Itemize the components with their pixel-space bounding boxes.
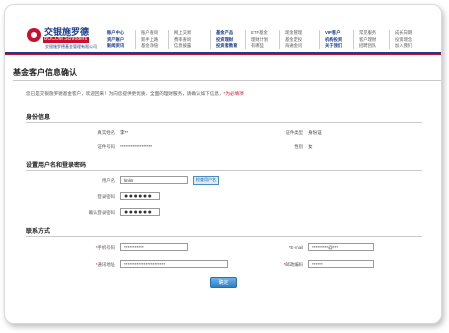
zip-label: *邮政编码 bbox=[283, 262, 303, 267]
email-label: *E-mail bbox=[288, 245, 303, 250]
gender-label: 性别 bbox=[294, 144, 303, 149]
nav-column-3: 网上交易 费率查询 信息披露 bbox=[174, 30, 191, 50]
username-label: 用户名 bbox=[101, 178, 115, 183]
nav-column-7: VIP客户 机构投资 关于我们 bbox=[325, 30, 342, 50]
nav-link[interactable]: 网上交易 bbox=[174, 30, 191, 37]
nav-divider bbox=[389, 30, 390, 49]
section-heading: 设置用户名和登录密码 bbox=[26, 163, 87, 169]
confirm-password-input[interactable]: ●●●●●● bbox=[120, 208, 160, 216]
name-value: 李** bbox=[120, 130, 129, 135]
nav-link[interactable]: 账户查询 bbox=[141, 30, 158, 37]
password-input[interactable]: ●●●●●● bbox=[120, 192, 160, 200]
name-label: 真实姓名 bbox=[97, 130, 115, 135]
idtype-label: 证件类型 bbox=[285, 130, 303, 135]
username-input[interactable]: linlin bbox=[120, 176, 188, 184]
section-divider bbox=[26, 170, 422, 171]
nav-link[interactable]: 常见服务 bbox=[359, 30, 376, 37]
section-divider bbox=[26, 122, 422, 123]
nav-divider bbox=[245, 30, 246, 49]
address-label-text: 通讯地址 bbox=[97, 262, 115, 267]
section-divider bbox=[26, 236, 422, 237]
nav-column-8: 常见服务 客户理财 招聘团队 bbox=[359, 30, 376, 50]
email-input[interactable]: *********@*** bbox=[308, 243, 374, 251]
nav-column-2: 账户查询 新手上路 基金净值 bbox=[141, 30, 158, 50]
address-input[interactable]: *********************** bbox=[120, 260, 228, 268]
nav-link[interactable]: 信息披露 bbox=[174, 43, 191, 50]
nav-link[interactable]: 现金管理 bbox=[285, 30, 302, 37]
nav-link[interactable]: 招聘团队 bbox=[359, 43, 376, 50]
brand-tagline: 交银施罗德基金管理有限公司 bbox=[45, 44, 97, 49]
brand-logo[interactable]: 交银施罗德 BOCOM Schroders 交银施罗德基金管理有限公司 bbox=[27, 25, 97, 49]
nav-link[interactable]: 关于我们 bbox=[325, 43, 342, 50]
nav-link[interactable]: VIP客户 bbox=[325, 30, 342, 37]
intro-text: 您已是交银施罗德基金客户，欢迎回来！为向您提供更优质、全面的理财服务，请确认如下… bbox=[26, 91, 244, 97]
section-heading: 联系方式 bbox=[26, 229, 51, 235]
page-title: 基金客户信息确认 bbox=[13, 68, 77, 77]
confirm-password-label: 确认登录密码 bbox=[88, 210, 115, 215]
gender-value: 女 bbox=[308, 144, 313, 149]
required-note: *为必填项 bbox=[223, 91, 244, 96]
password-label: 登录密码 bbox=[97, 194, 115, 199]
nav-divider bbox=[279, 30, 280, 49]
section-login: 设置用户名和登录密码 bbox=[26, 160, 422, 171]
nav-link[interactable]: 有哪些 bbox=[251, 43, 268, 50]
section-contact: 联系方式 bbox=[26, 226, 422, 237]
nav-column-5: ETF基金 理财计划 有哪些 bbox=[251, 30, 268, 50]
email-label-text: E-mail bbox=[290, 245, 303, 250]
mobile-label-text: 手机号码 bbox=[97, 245, 115, 250]
nav-link[interactable]: 成长日期 bbox=[395, 30, 412, 37]
header-accent-rule bbox=[5, 54, 441, 55]
section-identity: 身份信息 bbox=[26, 112, 422, 123]
nav-column-9: 成长日期 投资理念 加入我们 bbox=[395, 30, 412, 50]
confirm-button[interactable]: 确定 bbox=[210, 277, 237, 288]
nav-link[interactable]: 投资者教育 bbox=[216, 43, 237, 50]
nav-column-6: 现金管理 基金定投 海通金问 bbox=[285, 30, 302, 50]
nav-divider bbox=[135, 30, 136, 49]
nav-link[interactable]: 账户中心 bbox=[107, 30, 124, 37]
section-heading: 身份信息 bbox=[26, 115, 51, 121]
nav-link[interactable]: 海通金问 bbox=[285, 43, 302, 50]
nav-link[interactable]: 新闻资讯 bbox=[107, 43, 124, 50]
brand-name-en: BOCOM Schroders bbox=[44, 36, 88, 42]
mobile-input[interactable]: *********** bbox=[120, 243, 188, 251]
nav-divider bbox=[319, 30, 320, 49]
idno-value: ****************** bbox=[120, 144, 153, 149]
logo-mark-icon bbox=[27, 28, 41, 42]
nav-link[interactable]: 基金净值 bbox=[141, 43, 158, 50]
idtype-value: 身份证 bbox=[308, 130, 322, 135]
zip-label-text: 邮政编码 bbox=[285, 262, 303, 267]
nav-link[interactable]: ETF基金 bbox=[251, 30, 268, 37]
nav-divider bbox=[168, 30, 169, 49]
intro-message: 您已是交银施罗德基金客户，欢迎回来！为向您提供更优质、全面的理财服务，请确认如下… bbox=[26, 91, 224, 96]
site-header: 交银施罗德 BOCOM Schroders 交银施罗德基金管理有限公司 账户中心… bbox=[5, 5, 441, 55]
title-divider bbox=[13, 80, 441, 81]
idno-label: 证件号码 bbox=[97, 144, 115, 149]
nav-divider bbox=[353, 30, 354, 49]
browser-window: 交银施罗德 BOCOM Schroders 交银施罗德基金管理有限公司 账户中心… bbox=[4, 4, 442, 324]
zip-input[interactable]: ****** bbox=[308, 260, 374, 268]
nav-column-4: 基金产品 投资理财 投资者教育 bbox=[216, 30, 237, 50]
address-label: *通讯地址 bbox=[95, 262, 115, 267]
nav-column-1: 账户中心 资产账户 新闻资讯 bbox=[107, 30, 124, 50]
nav-divider bbox=[210, 30, 211, 49]
check-username-button[interactable]: 检查用户名 bbox=[193, 176, 219, 185]
nav-link[interactable]: 加入我们 bbox=[395, 43, 412, 50]
mobile-label: *手机号码 bbox=[95, 245, 115, 250]
